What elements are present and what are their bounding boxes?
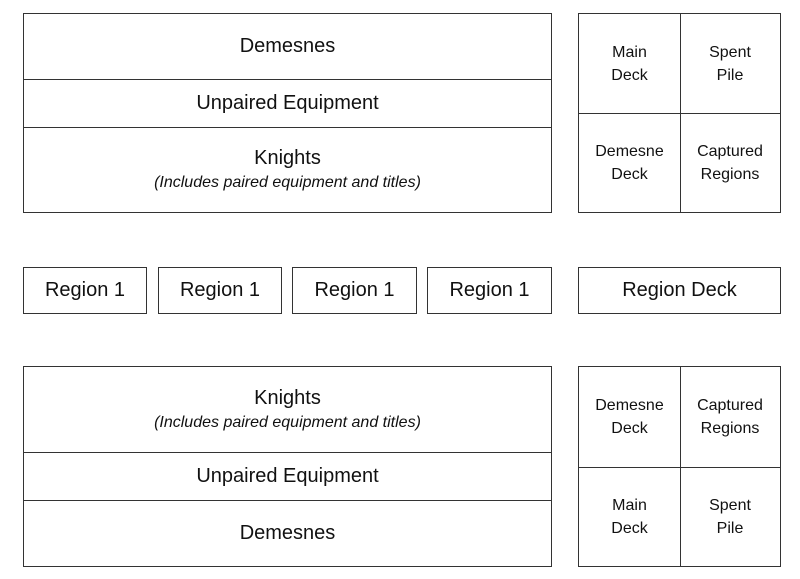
bottom-demesnes-zone: Demesnes xyxy=(24,500,551,566)
region-label: Region 1 xyxy=(314,279,395,301)
deck-label-line1: Main xyxy=(612,43,647,61)
deck-label-line1: Captured xyxy=(697,142,763,160)
region-label: Region 1 xyxy=(44,279,126,301)
deck-label-line2: Deck xyxy=(611,66,648,84)
deck-label-line1: Demesne xyxy=(595,142,664,160)
deck-label-line2: Deck xyxy=(611,519,648,537)
bottom-player-play-area: Knights (Includes paired equipment and t… xyxy=(23,366,552,567)
deck-label-line1: Spent xyxy=(709,496,751,514)
region-slot-1: Region 1 xyxy=(23,267,147,314)
zone-title: Knights xyxy=(254,387,321,409)
deck-label-line1: Demesne xyxy=(595,397,664,414)
bottom-unpaired-equipment-zone: Unpaired Equipment xyxy=(24,452,551,500)
region-slot-2: Region 1 xyxy=(158,267,282,314)
zone-title: Demesnes xyxy=(239,35,336,57)
bottom-spent-pile: Spent Pile xyxy=(680,467,780,566)
zone-subtitle: (Includes paired equipment and titles) xyxy=(154,414,421,431)
top-demesne-deck: Demesne Deck xyxy=(579,113,680,212)
top-knights-zone: Knights (Includes paired equipment and t… xyxy=(24,127,551,212)
deck-label-line2: Regions xyxy=(700,165,760,183)
deck-label-line2: Pile xyxy=(716,66,744,84)
zone-title: Demesnes xyxy=(239,521,336,544)
bottom-main-deck: Main Deck xyxy=(579,467,680,566)
deck-label-line1: Spent xyxy=(709,43,751,61)
deck-label-line1: Captured xyxy=(697,397,763,414)
deck-label-line2: Deck xyxy=(611,165,648,183)
zone-title: Unpaired Equipment xyxy=(196,91,379,114)
bottom-demesne-deck: Demesne Deck xyxy=(579,367,680,467)
bottom-player-decks: Demesne Deck Captured Regions Main Deck … xyxy=(578,366,781,567)
zone-title: Knights xyxy=(254,147,321,169)
deck-label-line2: Pile xyxy=(716,519,744,537)
region-label: Region 1 xyxy=(449,279,530,301)
zone-subtitle: (Includes paired equipment and titles) xyxy=(154,174,421,191)
top-player-decks: Main Deck Spent Pile Demesne Deck Captur… xyxy=(578,13,781,213)
top-unpaired-equipment-zone: Unpaired Equipment xyxy=(24,79,551,127)
region-label: Region 1 xyxy=(179,279,261,301)
region-slot-3: Region 1 xyxy=(292,267,417,314)
top-demesnes-zone: Demesnes xyxy=(24,14,551,79)
top-captured-regions: Captured Regions xyxy=(680,113,780,212)
bottom-knights-zone: Knights (Includes paired equipment and t… xyxy=(24,367,551,452)
top-main-deck: Main Deck xyxy=(579,14,680,113)
deck-label-line1: Main xyxy=(612,496,647,514)
bottom-captured-regions: Captured Regions xyxy=(680,367,780,467)
region-slot-4: Region 1 xyxy=(427,267,552,314)
top-player-play-area: Demesnes Unpaired Equipment Knights (Inc… xyxy=(23,13,552,213)
region-deck-label: Region Deck xyxy=(622,279,737,301)
zone-title: Unpaired Equipment xyxy=(196,464,379,487)
deck-label-line2: Regions xyxy=(700,420,760,437)
top-spent-pile: Spent Pile xyxy=(680,14,780,113)
region-deck: Region Deck xyxy=(578,267,781,314)
deck-label-line2: Deck xyxy=(611,420,648,437)
